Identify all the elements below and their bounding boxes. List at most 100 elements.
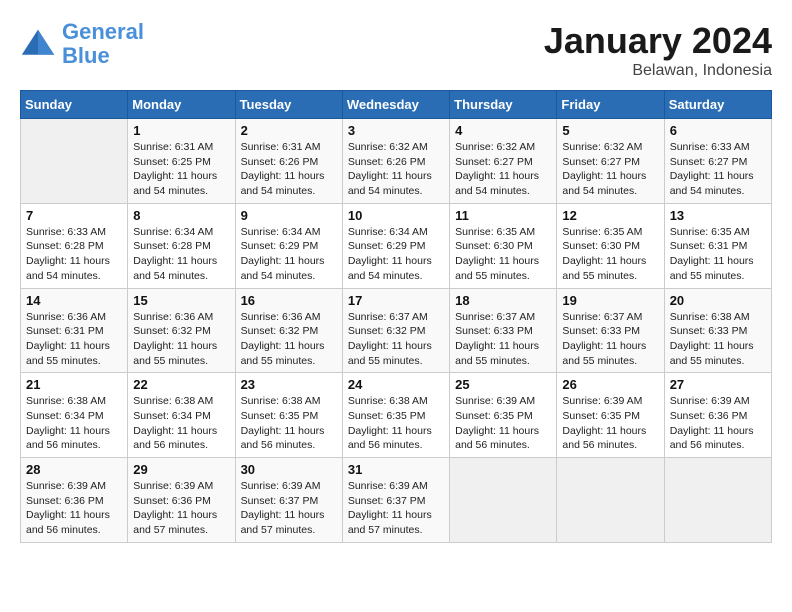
day-number: 27 xyxy=(670,377,766,392)
calendar-cell: 1 Sunrise: 6:31 AMSunset: 6:25 PMDaylight… xyxy=(128,119,235,204)
calendar-cell xyxy=(450,458,557,543)
day-info: Sunrise: 6:37 AMSunset: 6:33 PMDaylight:… xyxy=(562,310,658,369)
day-number: 3 xyxy=(348,123,444,138)
day-number: 12 xyxy=(562,208,658,223)
day-info: Sunrise: 6:34 AMSunset: 6:28 PMDaylight:… xyxy=(133,225,229,284)
day-info: Sunrise: 6:34 AMSunset: 6:29 PMDaylight:… xyxy=(241,225,337,284)
weekday-header-tuesday: Tuesday xyxy=(235,91,342,119)
calendar-cell: 24 Sunrise: 6:38 AMSunset: 6:35 PMDayligh… xyxy=(342,373,449,458)
day-number: 6 xyxy=(670,123,766,138)
calendar-week-2: 7 Sunrise: 6:33 AMSunset: 6:28 PMDaylight… xyxy=(21,203,772,288)
calendar-cell: 8Sunrise: 6:34 AMSunset: 6:28 PMDaylight… xyxy=(128,203,235,288)
calendar-cell: 7 Sunrise: 6:33 AMSunset: 6:28 PMDaylight… xyxy=(21,203,128,288)
day-number: 14 xyxy=(26,293,122,308)
day-number: 19 xyxy=(562,293,658,308)
day-number: 31 xyxy=(348,462,444,477)
calendar-cell xyxy=(21,119,128,204)
day-info: Sunrise: 6:36 AMSunset: 6:32 PMDaylight:… xyxy=(133,310,229,369)
weekday-header-wednesday: Wednesday xyxy=(342,91,449,119)
calendar-cell: 17Sunrise: 6:37 AMSunset: 6:32 PMDayligh… xyxy=(342,288,449,373)
day-number: 21 xyxy=(26,377,122,392)
day-info: Sunrise: 6:39 AMSunset: 6:36 PMDaylight:… xyxy=(133,479,229,538)
day-number: 23 xyxy=(241,377,337,392)
day-info: Sunrise: 6:37 AMSunset: 6:33 PMDaylight:… xyxy=(455,310,551,369)
calendar-cell: 10 Sunrise: 6:34 AMSunset: 6:29 PMDayligh… xyxy=(342,203,449,288)
calendar-cell: 20Sunrise: 6:38 AMSunset: 6:33 PMDayligh… xyxy=(664,288,771,373)
calendar-cell: 23Sunrise: 6:38 AMSunset: 6:35 PMDayligh… xyxy=(235,373,342,458)
day-info: Sunrise: 6:36 AMSunset: 6:32 PMDaylight:… xyxy=(241,310,337,369)
calendar-cell: 31 Sunrise: 6:39 AMSunset: 6:37 PMDayligh… xyxy=(342,458,449,543)
day-info: Sunrise: 6:34 AMSunset: 6:29 PMDaylight:… xyxy=(348,225,444,284)
calendar-week-5: 28Sunrise: 6:39 AMSunset: 6:36 PMDayligh… xyxy=(21,458,772,543)
calendar-cell: 9 Sunrise: 6:34 AMSunset: 6:29 PMDaylight… xyxy=(235,203,342,288)
day-info: Sunrise: 6:39 AMSunset: 6:35 PMDaylight:… xyxy=(455,394,551,453)
day-number: 17 xyxy=(348,293,444,308)
logo-icon xyxy=(20,26,56,62)
day-number: 22 xyxy=(133,377,229,392)
day-number: 13 xyxy=(670,208,766,223)
calendar-cell: 25 Sunrise: 6:39 AMSunset: 6:35 PMDayligh… xyxy=(450,373,557,458)
day-info: Sunrise: 6:38 AMSunset: 6:33 PMDaylight:… xyxy=(670,310,766,369)
calendar-cell: 30 Sunrise: 6:39 AMSunset: 6:37 PMDayligh… xyxy=(235,458,342,543)
logo-blue: Blue xyxy=(62,44,144,68)
day-info: Sunrise: 6:33 AMSunset: 6:28 PMDaylight:… xyxy=(26,225,122,284)
calendar-cell: 14Sunrise: 6:36 AMSunset: 6:31 PMDayligh… xyxy=(21,288,128,373)
day-info: Sunrise: 6:31 AMSunset: 6:25 PMDaylight:… xyxy=(133,140,229,199)
day-number: 9 xyxy=(241,208,337,223)
weekday-header-monday: Monday xyxy=(128,91,235,119)
location: Belawan, Indonesia xyxy=(544,62,772,80)
day-number: 5 xyxy=(562,123,658,138)
day-number: 7 xyxy=(26,208,122,223)
calendar-cell: 21 Sunrise: 6:38 AMSunset: 6:34 PMDayligh… xyxy=(21,373,128,458)
day-info: Sunrise: 6:38 AMSunset: 6:34 PMDaylight:… xyxy=(26,394,122,453)
calendar-cell: 11 Sunrise: 6:35 AMSunset: 6:30 PMDayligh… xyxy=(450,203,557,288)
day-number: 18 xyxy=(455,293,551,308)
calendar-cell: 29 Sunrise: 6:39 AMSunset: 6:36 PMDayligh… xyxy=(128,458,235,543)
title-block: January 2024 Belawan, Indonesia xyxy=(544,20,772,80)
day-number: 16 xyxy=(241,293,337,308)
day-info: Sunrise: 6:39 AMSunset: 6:36 PMDaylight:… xyxy=(670,394,766,453)
calendar-cell: 19 Sunrise: 6:37 AMSunset: 6:33 PMDayligh… xyxy=(557,288,664,373)
day-info: Sunrise: 6:32 AMSunset: 6:27 PMDaylight:… xyxy=(455,140,551,199)
day-number: 24 xyxy=(348,377,444,392)
day-number: 26 xyxy=(562,377,658,392)
calendar-cell: 13 Sunrise: 6:35 AMSunset: 6:31 PMDayligh… xyxy=(664,203,771,288)
month-title: January 2024 xyxy=(544,20,772,62)
logo-general: General xyxy=(62,19,144,44)
day-info: Sunrise: 6:35 AMSunset: 6:30 PMDaylight:… xyxy=(455,225,551,284)
logo: General Blue xyxy=(20,20,144,68)
day-number: 30 xyxy=(241,462,337,477)
calendar-cell: 26 Sunrise: 6:39 AMSunset: 6:35 PMDayligh… xyxy=(557,373,664,458)
weekday-header-thursday: Thursday xyxy=(450,91,557,119)
day-number: 29 xyxy=(133,462,229,477)
day-info: Sunrise: 6:31 AMSunset: 6:26 PMDaylight:… xyxy=(241,140,337,199)
day-info: Sunrise: 6:38 AMSunset: 6:34 PMDaylight:… xyxy=(133,394,229,453)
weekday-header-friday: Friday xyxy=(557,91,664,119)
calendar-cell: 3Sunrise: 6:32 AMSunset: 6:26 PMDaylight… xyxy=(342,119,449,204)
calendar-cell: 4 Sunrise: 6:32 AMSunset: 6:27 PMDaylight… xyxy=(450,119,557,204)
day-info: Sunrise: 6:39 AMSunset: 6:35 PMDaylight:… xyxy=(562,394,658,453)
calendar-cell: 15 Sunrise: 6:36 AMSunset: 6:32 PMDayligh… xyxy=(128,288,235,373)
calendar-cell: 22 Sunrise: 6:38 AMSunset: 6:34 PMDayligh… xyxy=(128,373,235,458)
weekday-header-saturday: Saturday xyxy=(664,91,771,119)
day-number: 2 xyxy=(241,123,337,138)
day-number: 11 xyxy=(455,208,551,223)
day-info: Sunrise: 6:39 AMSunset: 6:37 PMDaylight:… xyxy=(348,479,444,538)
day-number: 10 xyxy=(348,208,444,223)
calendar-cell: 27 Sunrise: 6:39 AMSunset: 6:36 PMDayligh… xyxy=(664,373,771,458)
day-number: 25 xyxy=(455,377,551,392)
calendar-cell: 16 Sunrise: 6:36 AMSunset: 6:32 PMDayligh… xyxy=(235,288,342,373)
day-info: Sunrise: 6:32 AMSunset: 6:27 PMDaylight:… xyxy=(562,140,658,199)
day-number: 15 xyxy=(133,293,229,308)
day-info: Sunrise: 6:38 AMSunset: 6:35 PMDaylight:… xyxy=(348,394,444,453)
day-info: Sunrise: 6:35 AMSunset: 6:31 PMDaylight:… xyxy=(670,225,766,284)
calendar-week-1: 1 Sunrise: 6:31 AMSunset: 6:25 PMDaylight… xyxy=(21,119,772,204)
calendar-cell xyxy=(664,458,771,543)
calendar-cell: 2 Sunrise: 6:31 AMSunset: 6:26 PMDaylight… xyxy=(235,119,342,204)
calendar-week-4: 21 Sunrise: 6:38 AMSunset: 6:34 PMDayligh… xyxy=(21,373,772,458)
day-number: 4 xyxy=(455,123,551,138)
day-number: 1 xyxy=(133,123,229,138)
calendar-cell: 18 Sunrise: 6:37 AMSunset: 6:33 PMDayligh… xyxy=(450,288,557,373)
day-info: Sunrise: 6:39 AMSunset: 6:36 PMDaylight:… xyxy=(26,479,122,538)
day-info: Sunrise: 6:39 AMSunset: 6:37 PMDaylight:… xyxy=(241,479,337,538)
